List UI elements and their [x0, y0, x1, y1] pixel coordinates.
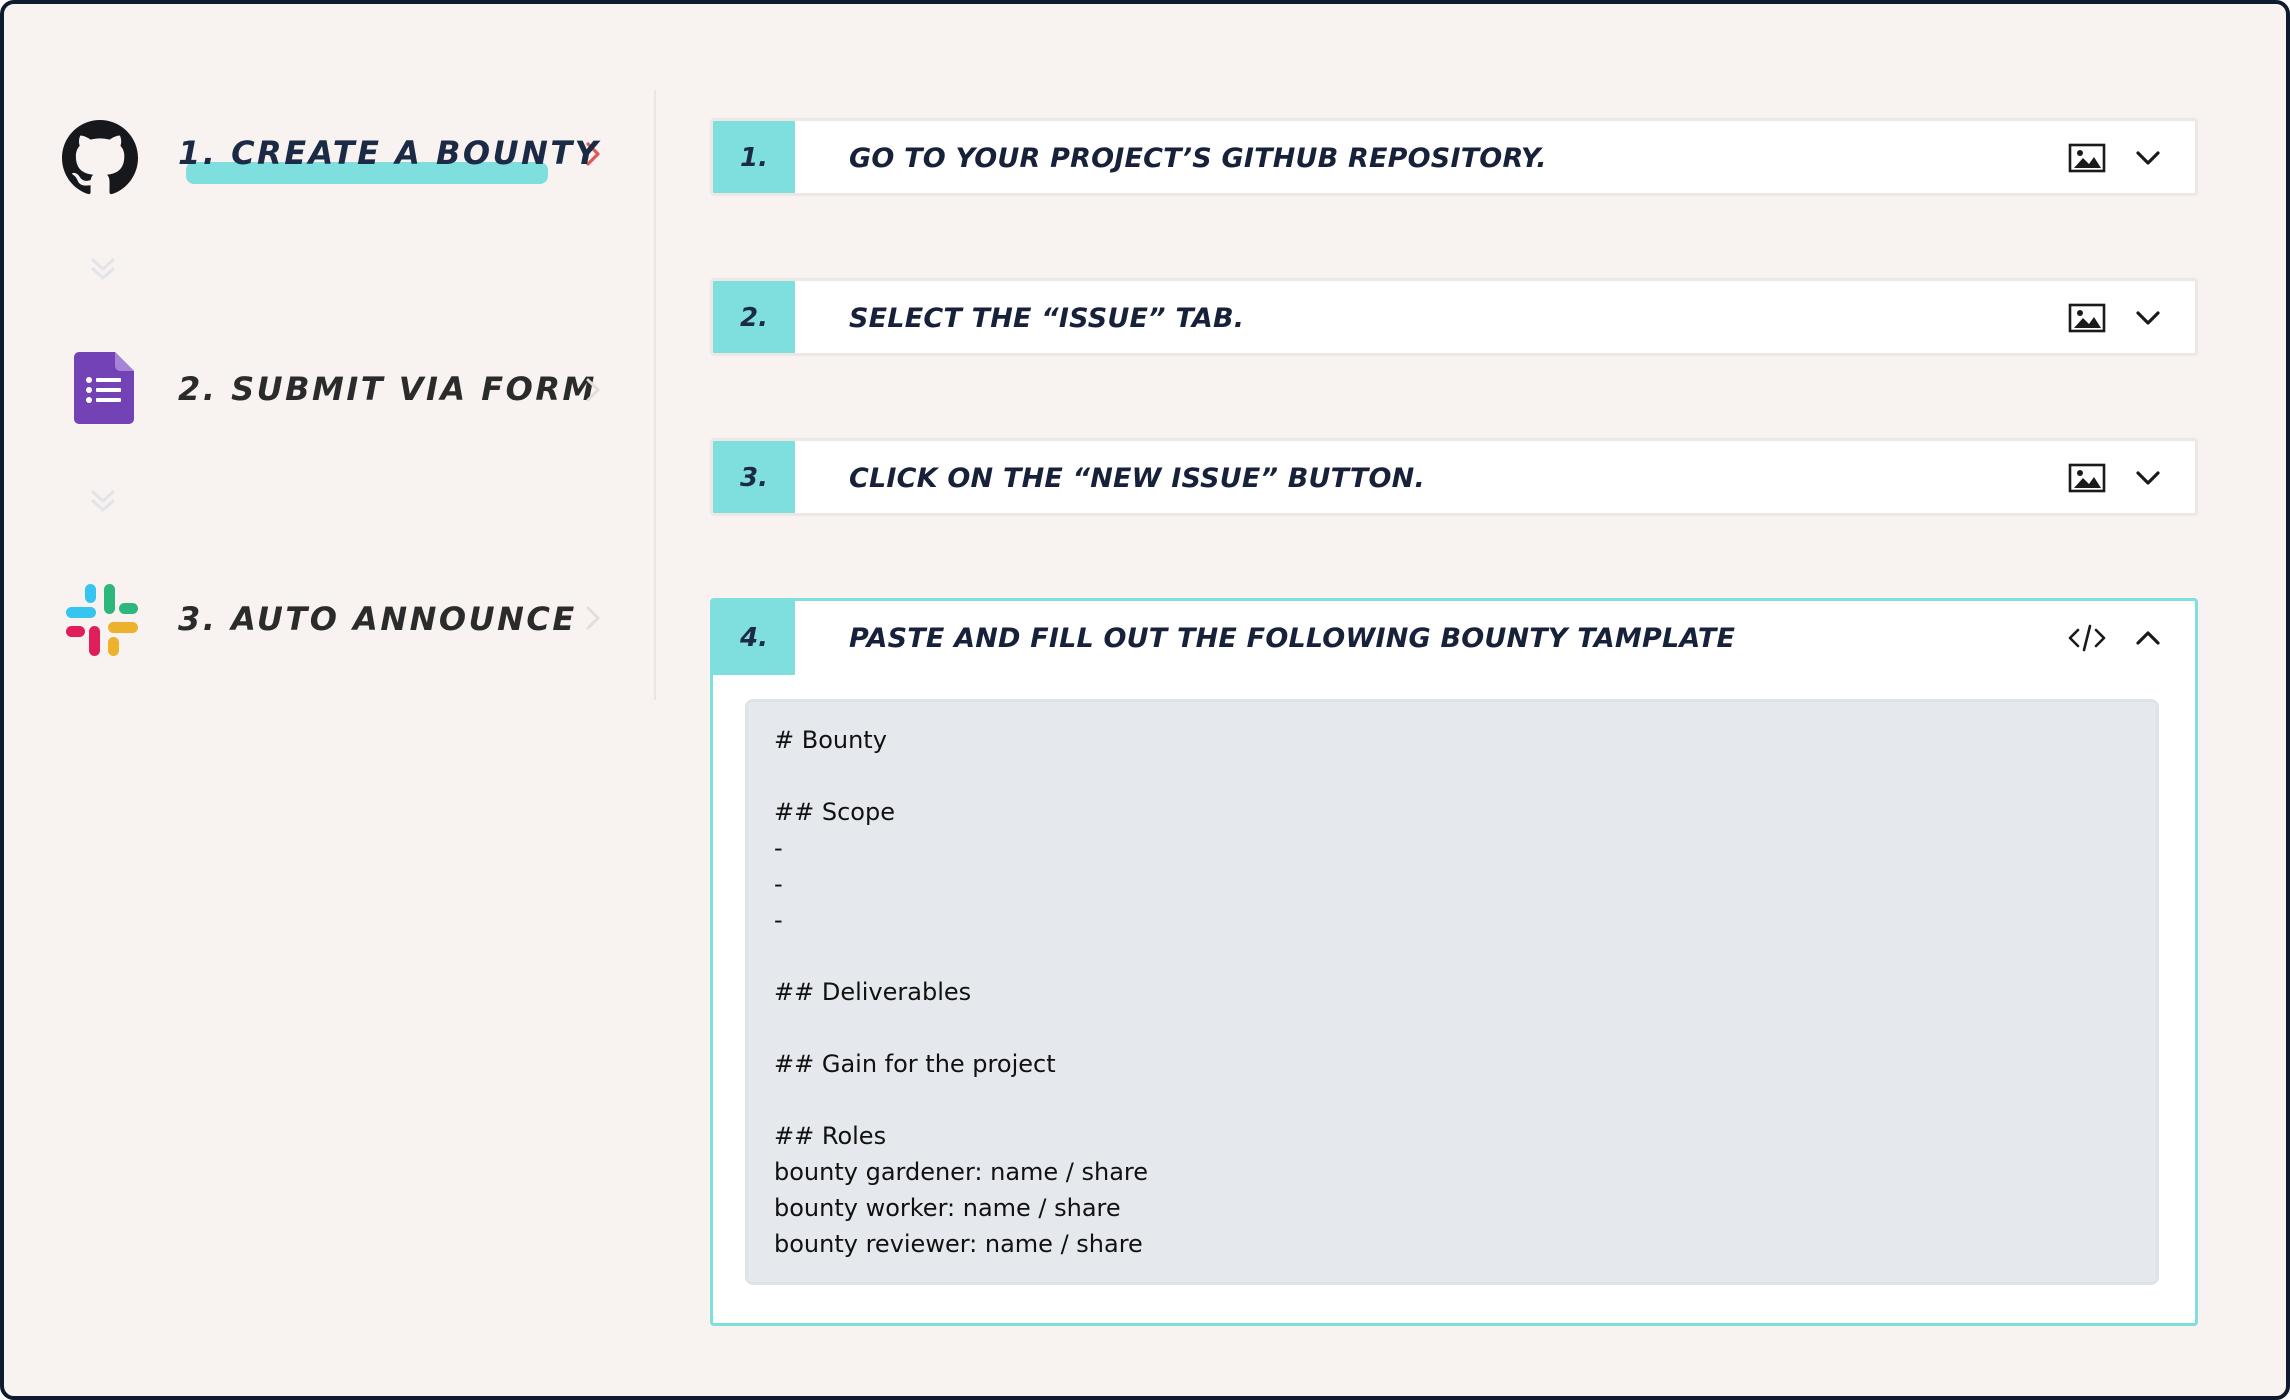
sidebar-divider [654, 90, 656, 700]
slack-icon [66, 584, 150, 668]
step-submit-via-form[interactable]: 2. SUBMIT VIA FORM [62, 352, 622, 442]
accordion-panel-4: 4. PASTE AND FILL OUT THE FOLLOWING BOUN… [710, 598, 2198, 1326]
double-chevron-down-icon [88, 486, 118, 516]
panel-title: CLICK ON THE “NEW ISSUE” BUTTON. [849, 463, 1425, 494]
image-icon[interactable] [2067, 301, 2107, 335]
google-forms-icon [74, 352, 158, 436]
chevron-down-icon[interactable] [2133, 463, 2163, 493]
step-label: 2. SUBMIT VIA FORM [178, 370, 597, 408]
panel-title: GO TO YOUR PROJECT’S GITHUB REPOSITORY. [849, 143, 1547, 174]
chevron-down-icon[interactable] [2133, 143, 2163, 173]
code-icon[interactable] [2067, 621, 2107, 655]
step-label: 1. CREATE A BOUNTY [178, 134, 601, 172]
panel-number: 3. [713, 441, 795, 513]
code-line: bounty worker: name / share [774, 1194, 1121, 1222]
chevron-right-icon [582, 370, 608, 410]
code-line: ## Roles [774, 1122, 887, 1150]
panel-number: 4. [713, 601, 795, 675]
bounty-template-code-block[interactable]: # Bounty ## Scope - - - ## Deliverables … [745, 699, 2159, 1285]
panel-number: 2. [713, 281, 795, 353]
chevron-down-icon[interactable] [2133, 303, 2163, 333]
chevron-up-icon[interactable] [2133, 623, 2163, 653]
panel-header[interactable]: 3. CLICK ON THE “NEW ISSUE” BUTTON. [713, 441, 2195, 513]
github-icon [62, 120, 146, 204]
code-line: bounty gardener: name / share [774, 1158, 1149, 1186]
code-line: - [774, 834, 783, 862]
code-line: ## Gain for the project [774, 1050, 1056, 1078]
chevron-right-icon [582, 598, 608, 638]
double-chevron-down-icon [88, 254, 118, 284]
panel-header[interactable]: 1. GO TO YOUR PROJECT’S GITHUB REPOSITOR… [713, 121, 2195, 193]
accordion-panel-3: 3. CLICK ON THE “NEW ISSUE” BUTTON. [710, 438, 2198, 516]
panel-title: PASTE AND FILL OUT THE FOLLOWING BOUNTY … [849, 623, 1736, 654]
step-navigation: 1. CREATE A BOUNTY 2. SUBMIT VIA FORM 3.… [4, 4, 656, 704]
panel-header[interactable]: 4. PASTE AND FILL OUT THE FOLLOWING BOUN… [713, 601, 2195, 675]
app-frame: 1. CREATE A BOUNTY 2. SUBMIT VIA FORM 3.… [0, 0, 2290, 1400]
step-auto-announce[interactable]: 3. AUTO ANNOUNCE [62, 584, 622, 674]
code-line: - [774, 906, 783, 934]
panel-number: 1. [713, 121, 795, 193]
code-line: bounty reviewer: name / share [774, 1230, 1143, 1258]
code-line: - [774, 870, 783, 898]
image-icon[interactable] [2067, 141, 2107, 175]
accordion-panel-2: 2. SELECT THE “ISSUE” TAB. [710, 278, 2198, 356]
panel-header[interactable]: 2. SELECT THE “ISSUE” TAB. [713, 281, 2195, 353]
code-line: ## Deliverables [774, 978, 972, 1006]
code-line: # Bounty [774, 726, 887, 754]
step-create-bounty[interactable]: 1. CREATE A BOUNTY [62, 118, 622, 208]
image-icon[interactable] [2067, 461, 2107, 495]
panel-title: SELECT THE “ISSUE” TAB. [849, 303, 1245, 334]
step-label: 3. AUTO ANNOUNCE [178, 600, 577, 638]
accordion-panel-1: 1. GO TO YOUR PROJECT’S GITHUB REPOSITOR… [710, 118, 2198, 196]
code-line: ## Scope [774, 798, 895, 826]
